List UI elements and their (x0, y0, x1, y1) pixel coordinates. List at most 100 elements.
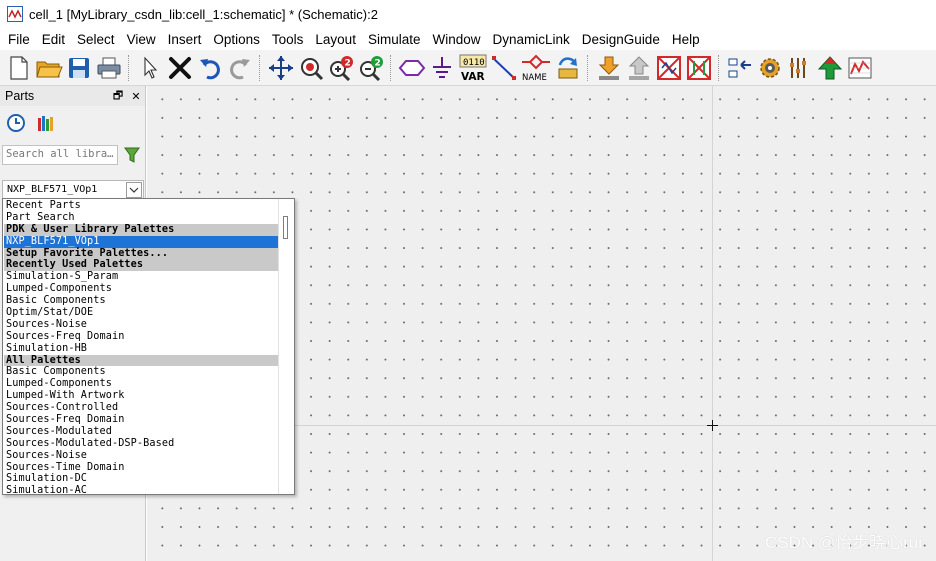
simulation-settings-button[interactable] (755, 53, 785, 83)
redo-button[interactable] (225, 53, 255, 83)
dropdown-scroll-thumb[interactable] (283, 216, 288, 239)
dropdown-item[interactable]: Lumped-With Artwork (4, 390, 279, 402)
print-button[interactable] (94, 53, 124, 83)
toolbar: 2 2 0110 VAR NAME (0, 50, 936, 86)
dropdown-item[interactable]: Simulation-DC (4, 473, 279, 485)
toolbar-grip (259, 54, 262, 81)
palette-select[interactable]: NXP_BLF571_VOp1 (2, 180, 144, 200)
dropdown-item[interactable]: Sources-Noise (4, 450, 279, 462)
wire-icon (492, 55, 516, 80)
menu-window[interactable]: Window (426, 32, 486, 47)
dropdown-item[interactable]: Sources-Time Domain (4, 462, 279, 474)
data-display-button[interactable] (845, 53, 875, 83)
dropdown-item[interactable]: Lumped-Components (4, 378, 279, 390)
menu-tools[interactable]: Tools (266, 32, 310, 47)
dropdown-item[interactable]: Basic Components (4, 366, 279, 378)
menu-help[interactable]: Help (666, 32, 706, 47)
menu-file[interactable]: File (2, 32, 36, 47)
port-hexagon-icon (398, 59, 426, 76)
dropdown-item[interactable]: Part Search (4, 212, 279, 224)
close-panel-icon[interactable]: ✕ (127, 90, 145, 103)
dropdown-item[interactable]: Sources-Noise (4, 319, 279, 331)
dropdown-item[interactable]: Simulation-AC (4, 485, 279, 494)
dropdown-item[interactable]: Sources-Modulated (4, 426, 279, 438)
float-panel-icon[interactable]: 🗗 (109, 87, 127, 106)
deactivate-button[interactable] (654, 53, 684, 83)
menu-options[interactable]: Options (207, 32, 266, 47)
symbol-edit-button[interactable] (725, 53, 755, 83)
parts-panel-header: Parts 🗗 ✕ (0, 86, 145, 106)
chevron-down-icon[interactable] (126, 182, 142, 198)
watermark: CSDN @怡步晓心rui (764, 533, 922, 552)
parts-search-input[interactable]: Search all libra… (2, 145, 118, 165)
palette-select-value: NXP_BLF571_VOp1 (7, 184, 98, 195)
zoom-out-icon: 2 (360, 55, 383, 81)
zoom-fit-button[interactable] (296, 53, 326, 83)
node-name-icon: NAME (522, 54, 550, 82)
save-button[interactable] (64, 53, 94, 83)
ground-icon (433, 56, 451, 78)
dropdown-item[interactable]: Sources-Freq Domain (4, 331, 279, 343)
recent-history-icon[interactable] (6, 113, 26, 133)
simulate-button[interactable] (815, 53, 845, 83)
printer-icon (97, 57, 121, 78)
insert-name-button[interactable]: NAME (519, 53, 553, 83)
name-label: NAME (522, 73, 547, 82)
short-component-icon (687, 55, 711, 80)
pop-out-hierarchy-button[interactable] (624, 53, 654, 83)
dropdown-item[interactable]: Optim/Stat/DOE (4, 307, 279, 319)
menu-view[interactable]: View (121, 32, 162, 47)
open-button[interactable] (34, 53, 64, 83)
menu-edit[interactable]: Edit (36, 32, 71, 47)
toolbar-grip (718, 54, 721, 81)
move-button[interactable] (266, 53, 296, 83)
toolbar-grip (128, 54, 131, 81)
undo-button[interactable] (195, 53, 225, 83)
delete-button[interactable] (165, 53, 195, 83)
menu-select[interactable]: Select (71, 32, 121, 47)
filter-funnel-icon[interactable] (124, 146, 140, 164)
push-down-icon (598, 56, 620, 80)
zoom-in-button[interactable]: 2 (326, 53, 356, 83)
tuning-icon (790, 57, 806, 78)
parts-search-row: Search all libra… (0, 140, 145, 170)
window-title: cell_1 [MyLibrary_csdn_lib:cell_1:schema… (29, 6, 378, 22)
insert-ground-button[interactable] (427, 53, 457, 83)
select-pointer-button[interactable] (135, 53, 165, 83)
dropdown-item[interactable]: Lumped-Components (4, 283, 279, 295)
dropdown-item[interactable]: Recent Parts (4, 200, 279, 212)
dropdown-item[interactable]: NXP_BLF571_VOp1 (4, 235, 279, 248)
dropdown-item[interactable]: Sources-Controlled (4, 402, 279, 414)
save-icon (69, 57, 89, 78)
insert-wire-button[interactable] (489, 53, 519, 83)
menu-insert[interactable]: Insert (162, 32, 208, 47)
var-bits-label: 0110 (463, 58, 485, 68)
zoom-out-button[interactable]: 2 (356, 53, 386, 83)
svg-text:2: 2 (375, 58, 381, 68)
dropdown-scrollbar[interactable] (278, 199, 294, 494)
new-document-button[interactable] (4, 53, 34, 83)
toolbar-grip (587, 54, 590, 81)
dropdown-item[interactable]: Simulation-HB (4, 343, 279, 355)
new-document-icon (10, 55, 28, 80)
menu-layout[interactable]: Layout (309, 32, 362, 47)
push-into-hierarchy-button[interactable] (594, 53, 624, 83)
library-books-icon[interactable] (36, 113, 56, 133)
symbol-edit-icon (728, 58, 751, 77)
tuning-button[interactable] (785, 53, 815, 83)
swap-button[interactable] (553, 53, 583, 83)
menu-designguide[interactable]: DesignGuide (576, 32, 666, 47)
menu-dynamiclink[interactable]: DynamicLink (487, 32, 576, 47)
dropdown-item[interactable]: Sources-Freq Domain (4, 414, 279, 426)
dropdown-item[interactable]: Simulation-S_Param (4, 271, 279, 283)
palette-dropdown-list[interactable]: Recent Parts Part Search PDK & User Librar… (2, 198, 295, 495)
undo-icon (200, 58, 220, 79)
dropdown-item[interactable]: Basic Components (4, 295, 279, 307)
dropdown-item[interactable]: Sources-Modulated-DSP-Based (4, 438, 279, 450)
insert-port-button[interactable] (397, 53, 427, 83)
insert-var-button[interactable]: 0110 VAR (457, 53, 489, 83)
move-arrows-icon (269, 55, 293, 80)
short-component-button[interactable] (684, 53, 714, 83)
dropdown-group-header: PDK & User Library Palettes (4, 223, 279, 236)
menu-simulate[interactable]: Simulate (362, 32, 427, 47)
